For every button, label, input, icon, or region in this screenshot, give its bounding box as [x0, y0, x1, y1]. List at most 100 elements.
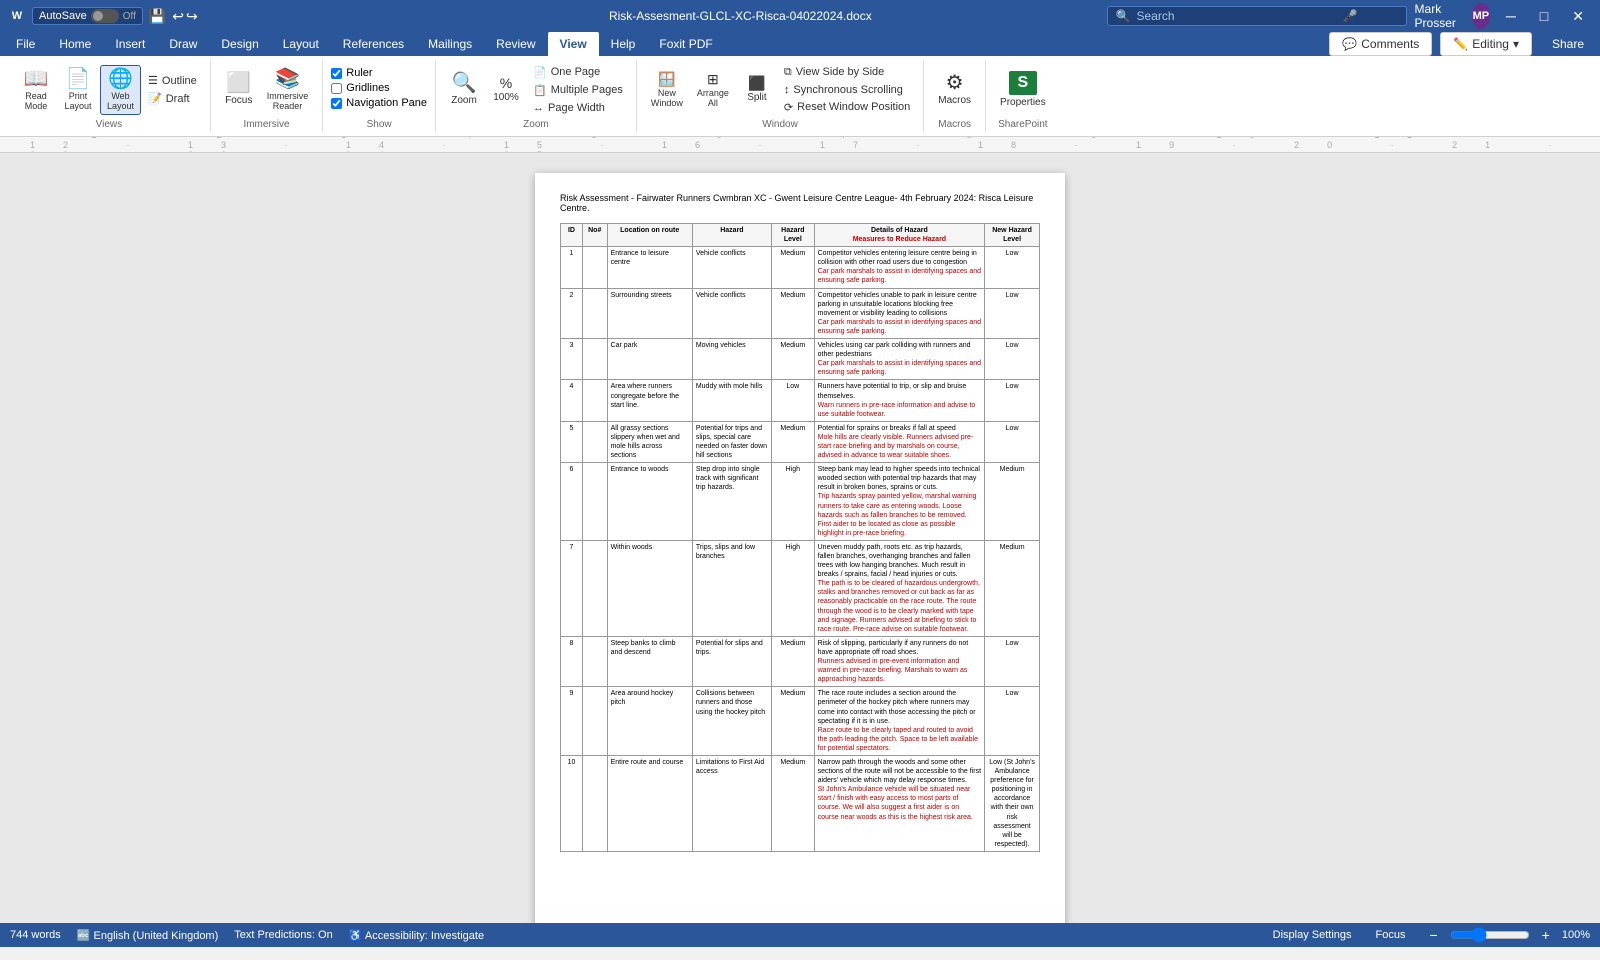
cell-hazard: Potential for slips and trips. [692, 636, 771, 686]
read-mode-button[interactable]: 📖 ReadMode [16, 66, 56, 114]
zoom-in-button[interactable]: + [1534, 925, 1558, 945]
search-input[interactable] [1136, 9, 1336, 23]
cell-details: Uneven muddy path, roots etc. as trip ha… [814, 540, 985, 636]
cell-details: Steep bank may lead to higher speeds int… [814, 463, 985, 541]
cell-level: Medium [772, 339, 815, 380]
share-button[interactable]: Share [1540, 33, 1596, 55]
view-side-by-side-button[interactable]: ⧉ View Side by Side [779, 64, 915, 81]
editing-button[interactable]: ✏️ Editing ▾ [1440, 32, 1532, 56]
reset-window-button[interactable]: ⟳ Reset Window Position [779, 99, 915, 116]
cell-details: Runners have potential to trip, or slip … [814, 380, 985, 421]
page-width-button[interactable]: ↔ Page Width [528, 100, 628, 116]
tab-design[interactable]: Design [209, 32, 270, 56]
document-title: Risk-Assesment-GLCL-XC-Risca-04022024.do… [609, 9, 872, 23]
cell-new-level: Medium [985, 463, 1040, 541]
web-layout-label: WebLayout [107, 91, 134, 111]
undo-button[interactable]: ↩ [172, 8, 184, 25]
views-buttons: 📖 ReadMode 📄 PrintLayout 🌐 WebLayout ☰ O… [16, 62, 202, 117]
cell-level: Medium [772, 288, 815, 338]
mic-icon[interactable]: 🎤 [1342, 9, 1357, 23]
gridlines-checkbox[interactable]: Gridlines [331, 81, 427, 95]
new-window-button[interactable]: 🪟 NewWindow [645, 69, 689, 111]
cell-id: 5 [561, 421, 583, 462]
autosave-switch[interactable] [91, 9, 119, 23]
cell-new-level: Low [985, 687, 1040, 756]
display-settings-button[interactable]: Display Settings [1265, 927, 1360, 943]
zoom-icon: 🔍 [452, 73, 477, 93]
properties-button[interactable]: S Properties [994, 68, 1052, 111]
zoom-button[interactable]: 🔍 Zoom [444, 70, 484, 109]
autosave-toggle[interactable]: AutoSave Off [32, 7, 143, 25]
cell-level: High [772, 540, 815, 636]
ruler-checkbox[interactable]: Ruler [331, 66, 427, 80]
cell-hazard: Vehicle conflicts [692, 288, 771, 338]
table-row: 9 Area around hockey pitch Collisions be… [561, 687, 1040, 756]
split-button[interactable]: ⬛ Split [737, 73, 777, 106]
web-layout-button[interactable]: 🌐 WebLayout [100, 65, 141, 115]
ruler-check[interactable] [331, 68, 342, 79]
navigation-pane-checkbox[interactable]: Navigation Pane [331, 96, 427, 110]
save-button[interactable]: 💾 [149, 8, 166, 25]
cell-details: Competitor vehicles unable to park in le… [814, 288, 985, 338]
tab-draw[interactable]: Draw [157, 32, 209, 56]
user-avatar[interactable]: MP [1472, 3, 1490, 29]
print-layout-button[interactable]: 📄 PrintLayout [58, 66, 98, 114]
cell-no [582, 421, 607, 462]
table-row: 7 Within woods Trips, slips and low bran… [561, 540, 1040, 636]
outline-icon: ☰ [148, 74, 158, 87]
one-page-icon: 📄 [533, 66, 547, 79]
ribbon-action-buttons: 💬 Comments ✏️ Editing ▾ Share [1329, 32, 1596, 56]
close-button[interactable]: ✕ [1564, 8, 1592, 25]
tab-references[interactable]: References [331, 32, 416, 56]
comments-button[interactable]: 💬 Comments [1329, 32, 1432, 56]
arrange-all-button[interactable]: ⊞ ArrangeAll [691, 69, 735, 111]
comments-icon: 💬 [1342, 37, 1357, 51]
cell-level: Medium [772, 421, 815, 462]
outline-button[interactable]: ☰ Outline [143, 72, 202, 89]
cell-no [582, 247, 607, 288]
tab-foxit[interactable]: Foxit PDF [647, 32, 724, 56]
minimize-button[interactable]: ─ [1498, 8, 1524, 24]
immersive-buttons: ⬜ Focus 📚 ImmersiveReader [219, 62, 315, 117]
new-window-label: NewWindow [651, 88, 683, 108]
cell-hazard: Potential for trips and slips, special c… [692, 421, 771, 462]
cell-location: Area around hockey pitch [607, 687, 692, 756]
search-box[interactable]: 🔍 🎤 [1107, 6, 1407, 26]
tab-insert[interactable]: Insert [103, 32, 157, 56]
nav-pane-check[interactable] [331, 98, 342, 109]
zoom-slider[interactable] [1450, 927, 1530, 943]
one-page-button[interactable]: 📄 One Page [528, 64, 628, 81]
language-icon: 🔤 [77, 930, 91, 942]
tab-review[interactable]: Review [484, 32, 547, 56]
tab-home[interactable]: Home [47, 32, 103, 56]
ribbon-group-views: 📖 ReadMode 📄 PrintLayout 🌐 WebLayout ☰ O… [8, 60, 211, 132]
ribbon: File Home Insert Draw Design Layout Refe… [0, 32, 1600, 137]
gridlines-check[interactable] [331, 83, 342, 94]
cell-id: 7 [561, 540, 583, 636]
zoom-out-button[interactable]: − [1421, 925, 1445, 945]
immersive-reader-button[interactable]: 📚 ImmersiveReader [261, 66, 315, 114]
cell-hazard: Muddy with mole hills [692, 380, 771, 421]
focus-status-button[interactable]: Focus [1368, 927, 1414, 943]
draft-icon: 📝 [148, 92, 162, 105]
tab-mailings[interactable]: Mailings [416, 32, 484, 56]
document-area[interactable]: Risk Assessment - Fairwater Runners Cwmb… [0, 153, 1600, 923]
status-left: 744 words 🔤 English (United Kingdom) Tex… [10, 929, 1249, 942]
macros-button[interactable]: ⚙ Macros [932, 70, 977, 109]
tab-help[interactable]: Help [599, 32, 648, 56]
tab-view[interactable]: View [548, 32, 599, 56]
tab-layout[interactable]: Layout [271, 32, 331, 56]
cell-id: 8 [561, 636, 583, 686]
zoom-percent-button[interactable]: % 100% [486, 73, 526, 106]
search-icon: 🔍 [1116, 9, 1131, 23]
ribbon-group-show: Ruler Gridlines Navigation Pane Show [323, 60, 436, 132]
redo-button[interactable]: ↪ [186, 8, 198, 25]
cell-id: 10 [561, 755, 583, 851]
focus-button[interactable]: ⬜ Focus [219, 70, 259, 109]
macros-buttons: ⚙ Macros [932, 62, 977, 117]
maximize-button[interactable]: □ [1532, 8, 1556, 24]
sync-scrolling-button[interactable]: ↕ Synchronous Scrolling [779, 82, 915, 98]
draft-button[interactable]: 📝 Draft [143, 90, 202, 107]
multiple-pages-button[interactable]: 📋 Multiple Pages [528, 82, 628, 99]
tab-file[interactable]: File [4, 32, 47, 56]
